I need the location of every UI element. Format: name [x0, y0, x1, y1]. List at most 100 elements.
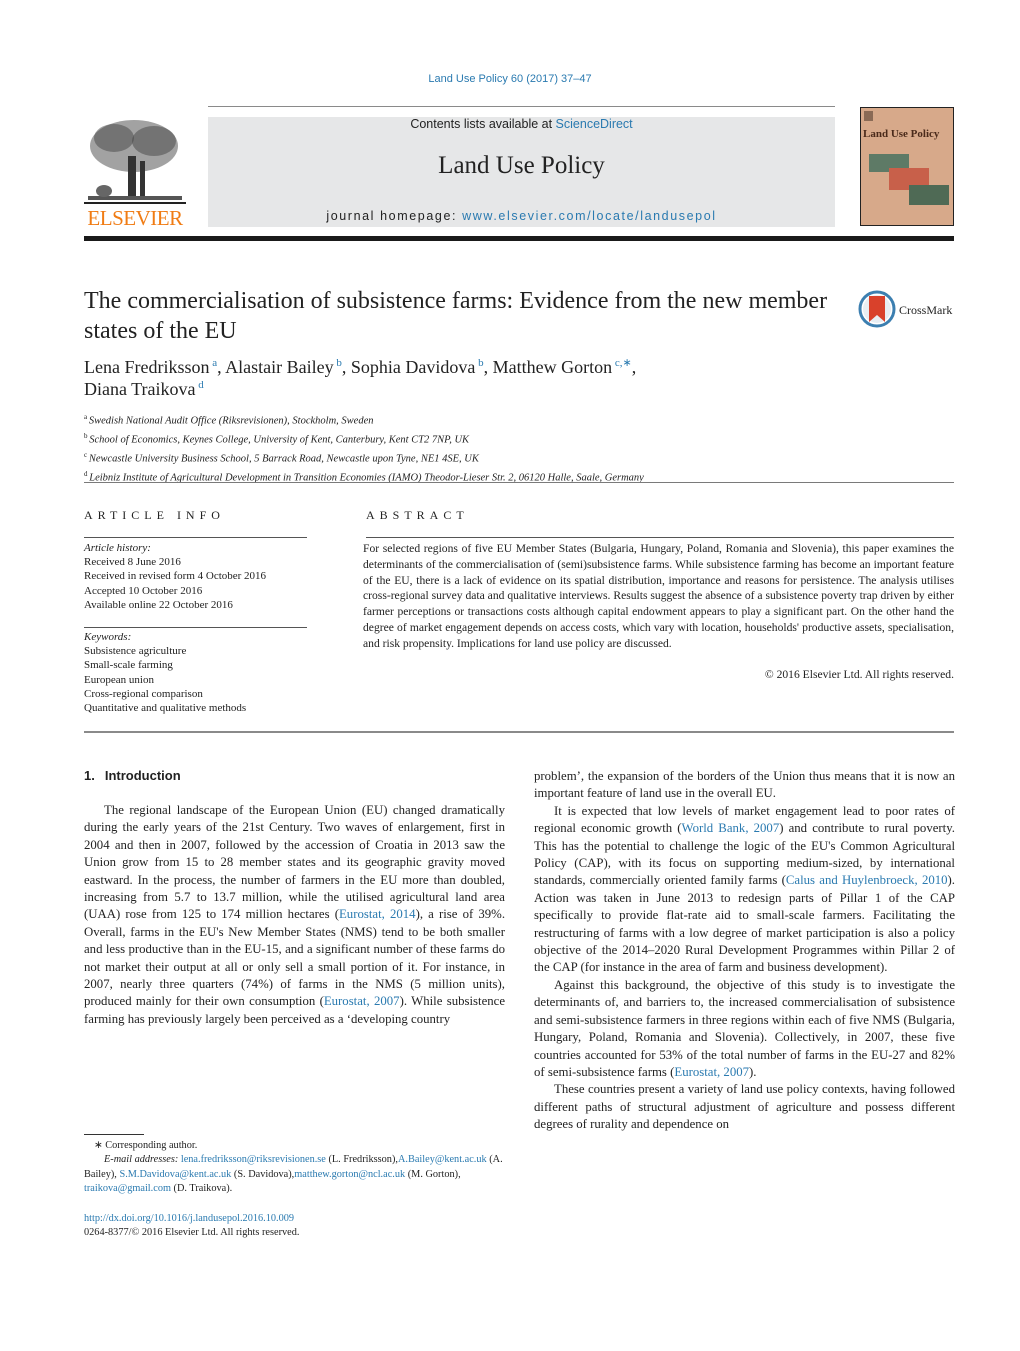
right-column: problem’, the expansion of the borders o…	[534, 768, 955, 1134]
section-heading-introduction: 1. Introduction	[84, 768, 191, 783]
author-list: Lena Fredriksson a, Alastair Bailey b, S…	[84, 356, 834, 400]
contents-prefix: Contents lists available at	[410, 117, 556, 131]
journal-citation[interactable]: Land Use Policy 60 (2017) 37–47	[0, 73, 1020, 85]
journal-title: Land Use Policy	[438, 152, 605, 179]
journal-citation-link[interactable]: Land Use Policy 60 (2017) 37–47	[428, 73, 591, 85]
paragraph: The regional landscape of the European U…	[84, 802, 505, 1028]
author-affiliation-marker[interactable]: d	[196, 379, 204, 391]
crossmark-icon	[858, 290, 896, 328]
divider	[84, 482, 954, 483]
citation-link[interactable]: Calus and Huylenbroeck, 2010	[786, 873, 948, 887]
text-run: Against this background, the objective o…	[534, 977, 955, 1079]
homepage-link[interactable]: www.elsevier.com/locate/landusepol	[462, 209, 717, 223]
email-owner: (D. Traikova).	[170, 1183, 233, 1195]
journal-cover-thumbnail[interactable]: Land Use Policy	[860, 107, 954, 226]
corresponding-author-note: ∗ Corresponding author.	[94, 1140, 198, 1151]
affiliation-text: Swedish National Audit Office (Riksrevis…	[88, 415, 374, 427]
cover-image-3	[909, 185, 949, 205]
contents-available: Contents lists available at ScienceDirec…	[208, 117, 835, 131]
history-item: Received 8 June 2016	[84, 556, 181, 569]
abstract-heading: ABSTRACT	[366, 508, 469, 522]
email-link[interactable]: traikova@gmail.com	[84, 1183, 171, 1194]
email-link[interactable]: A.Bailey@kent.ac.uk	[398, 1154, 487, 1165]
author-name: Alastair Bailey	[225, 357, 334, 377]
keywords: Keywords: Subsistence agriculture Small-…	[84, 630, 314, 715]
divider	[366, 537, 954, 538]
author-affiliation-marker[interactable]: b	[475, 357, 484, 369]
email-addresses: E-mail addresses: lena.fredriksson@riksr…	[84, 1153, 524, 1196]
paragraph: Against this background, the objective o…	[534, 977, 955, 1081]
affiliation-item: b School of Economics, Keynes College, U…	[84, 429, 884, 448]
section-number: 1.	[84, 768, 95, 783]
section-title: Introduction	[104, 768, 181, 783]
abstract-copyright: © 2016 Elsevier Ltd. All rights reserved…	[764, 668, 954, 681]
doi-block: http://dx.doi.org/10.1016/j.landusepol.2…	[84, 1212, 524, 1241]
author-affiliation-marker[interactable]: c,∗	[612, 357, 632, 369]
email-owner: (L. Fredriksson),	[325, 1154, 398, 1166]
keyword-item: Small-scale farming	[84, 659, 173, 672]
affiliation-item: c Newcastle University Business School, …	[84, 448, 884, 467]
affiliation-text: School of Economics, Keynes College, Uni…	[89, 434, 470, 446]
paragraph-continued: problem’, the expansion of the borders o…	[534, 769, 955, 801]
history-item: Received in revised form 4 October 2016	[84, 570, 267, 583]
paper-title: The commercialisation of subsistence far…	[84, 288, 828, 344]
issn-copyright: 0264-8377/© 2016 Elsevier Ltd. All right…	[84, 1227, 300, 1239]
separator: ,	[483, 357, 493, 377]
divider	[84, 627, 307, 628]
doi-link[interactable]: http://dx.doi.org/10.1016/j.landusepol.2…	[84, 1213, 294, 1224]
separator: ,	[341, 357, 351, 377]
divider	[84, 731, 954, 733]
history-label: Article history:	[84, 542, 151, 554]
email-link[interactable]: lena.fredriksson@riksrevisionen.se	[181, 1154, 326, 1165]
paragraph: It is expected that low levels of market…	[534, 803, 955, 977]
abstract-text: For selected regions of five EU Member S…	[363, 542, 954, 650]
citation-link[interactable]: Eurostat, 2007	[324, 994, 400, 1008]
divider	[84, 537, 307, 538]
history-item: Accepted 10 October 2016	[84, 584, 203, 597]
email-label: E-mail addresses:	[104, 1154, 181, 1166]
keyword-item: Subsistence agriculture	[84, 645, 187, 658]
email-link[interactable]: S.M.Davidova@kent.ac.uk	[119, 1169, 231, 1180]
affiliation-text: Newcastle University Business School, 5 …	[88, 453, 479, 465]
author-affiliation-marker[interactable]: a	[209, 357, 217, 369]
keywords-label: Keywords:	[84, 631, 132, 643]
text-run: ).	[749, 1064, 757, 1079]
keyword-item: Quantitative and qualitative methods	[84, 702, 247, 715]
left-column: The regional landscape of the European U…	[84, 802, 505, 1028]
article-info-heading: ARTICLE INFO	[84, 508, 225, 522]
homepage-prefix: journal homepage:	[326, 209, 463, 223]
email-owner: (M. Gorton),	[405, 1168, 461, 1180]
journal-homepage: journal homepage: www.elsevier.com/locat…	[208, 209, 835, 223]
footnote-rule	[84, 1134, 144, 1135]
author-name: Matthew Gorton	[492, 357, 613, 377]
elsevier-wordmark: ELSEVIER	[87, 206, 183, 230]
text-run: The regional landscape of the European U…	[84, 803, 505, 922]
separator: ,	[631, 357, 637, 377]
author-name: Lena Fredriksson	[84, 357, 210, 377]
cover-title: Land Use Policy	[863, 128, 940, 140]
cover-logo-icon	[864, 111, 873, 121]
header-rule	[208, 106, 835, 107]
email-owner: (S. Davidova),	[231, 1168, 295, 1180]
author-affiliation-marker[interactable]: b	[334, 357, 342, 369]
citation-link[interactable]: Eurostat, 2014	[339, 907, 416, 921]
header-thick-rule	[84, 236, 954, 241]
crossmark-badge[interactable]: CrossMark	[858, 290, 958, 330]
paragraph: These countries present a variety of lan…	[534, 1082, 955, 1132]
affiliations: a Swedish National Audit Office (Riksrev…	[84, 410, 884, 486]
author-name: Sophia Davidova	[350, 357, 476, 377]
sciencedirect-link[interactable]: ScienceDirect	[556, 117, 633, 131]
keyword-item: European union	[84, 673, 154, 686]
article-history: Article history: Received 8 June 2016 Re…	[84, 541, 314, 612]
citation-link[interactable]: World Bank, 2007	[682, 821, 780, 835]
crossmark-label: CrossMark	[899, 303, 953, 317]
author-name: Diana Traikova	[84, 379, 196, 399]
separator: ,	[217, 357, 226, 377]
history-item: Available online 22 October 2016	[84, 598, 233, 611]
email-link[interactable]: matthew.gorton@ncl.ac.uk	[294, 1169, 405, 1180]
affiliation-item: a Swedish National Audit Office (Riksrev…	[84, 410, 884, 429]
footnote-corresponding: ∗ Corresponding author. E-mail addresses…	[84, 1139, 524, 1197]
citation-link[interactable]: Eurostat, 2007	[674, 1065, 749, 1079]
keyword-item: Cross-regional comparison	[84, 687, 203, 700]
text-run: ). Action was taken in June 2013 to rede…	[534, 873, 956, 975]
